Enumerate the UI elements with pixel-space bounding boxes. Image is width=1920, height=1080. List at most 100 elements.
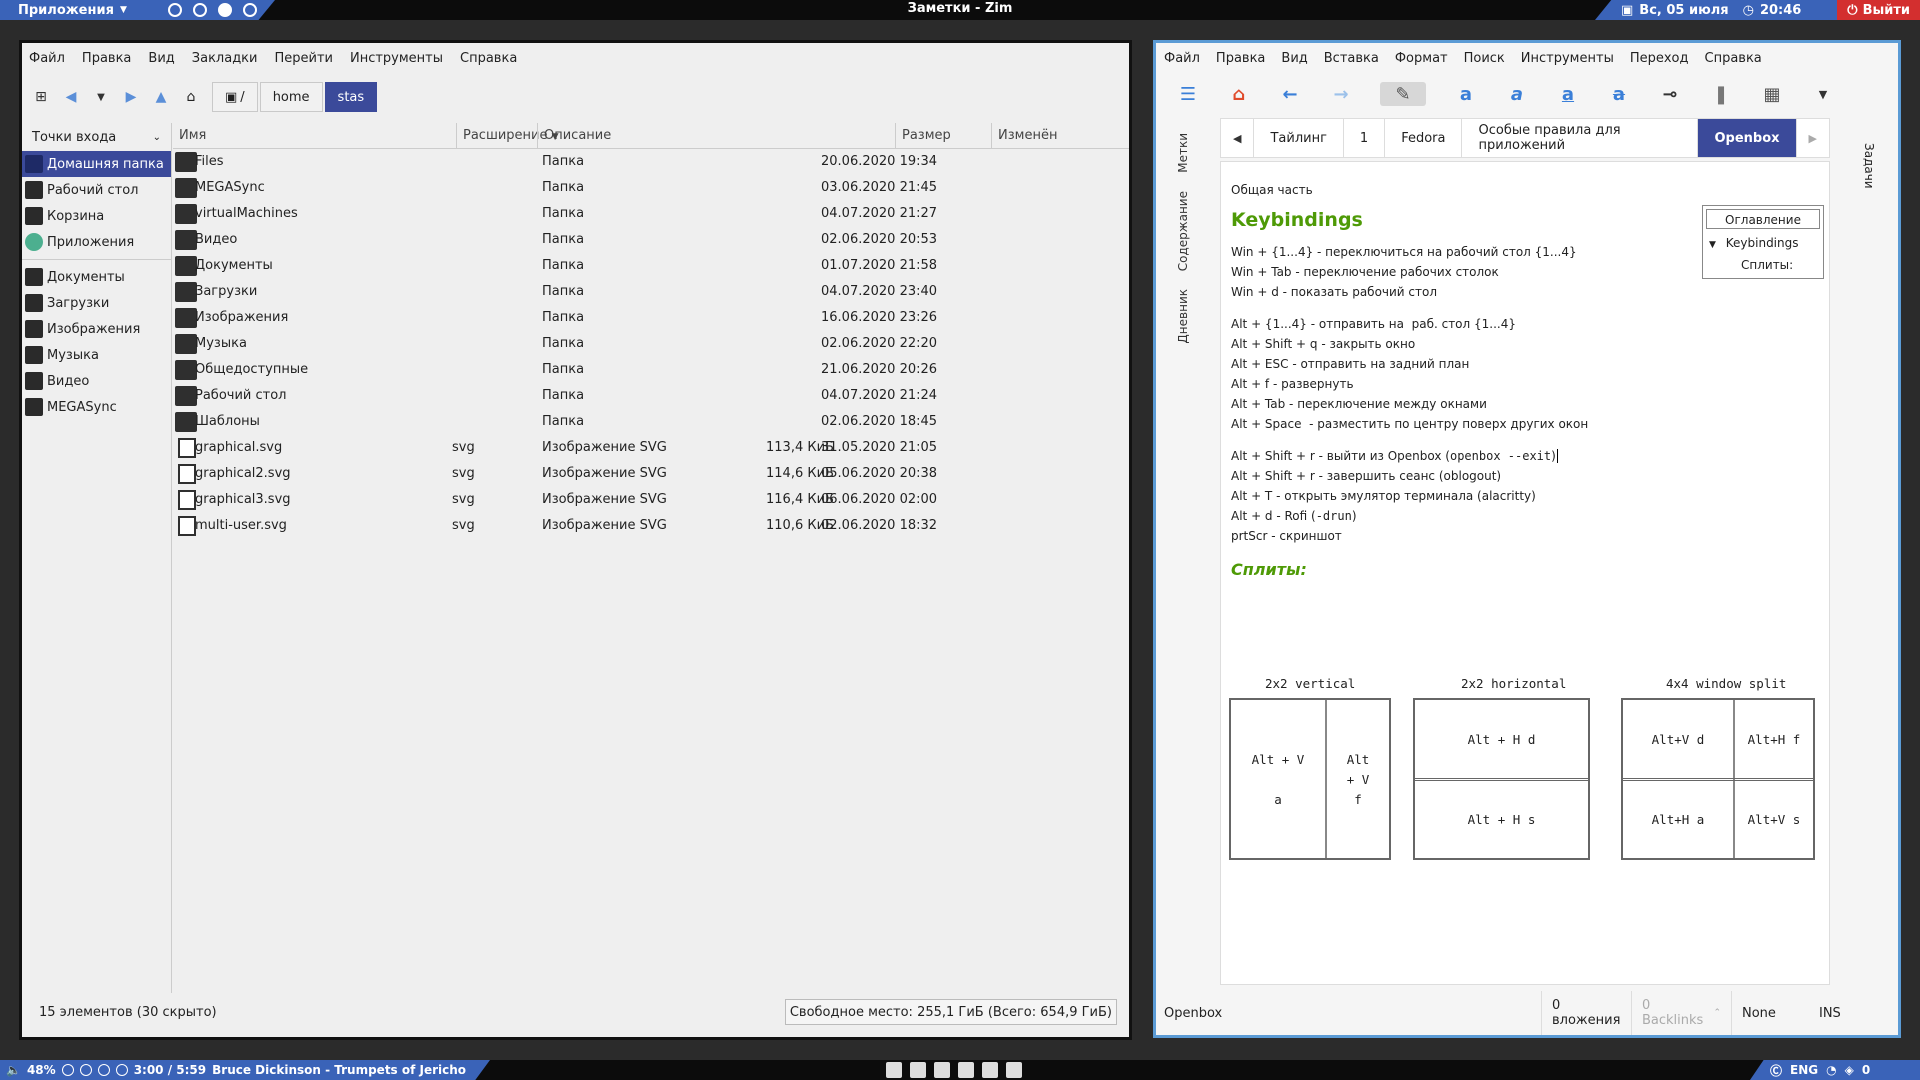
table-row[interactable]: Рабочий стол Папка 04.07.2020 21:24 [173,383,1129,409]
time-label[interactable]: 20:46 [1760,3,1801,18]
table-row[interactable]: Изображения Папка 16.06.2020 23:26 [173,305,1129,331]
bookmark-downloads[interactable]: Загрузки [22,290,171,316]
expander-icon[interactable]: ▼ [1709,240,1716,250]
zim-menu-go[interactable]: Переход [1630,51,1689,66]
place-trash[interactable]: Корзина [22,203,171,229]
copyright-icon[interactable]: Ⓒ [1770,1062,1782,1079]
bookmark-video[interactable]: Видео [22,368,171,394]
zim-menu-tools[interactable]: Инструменты [1521,51,1614,66]
notification-count[interactable]: 0 [1862,1063,1870,1077]
table-row[interactable]: Музыка Папка 02.06.2020 22:20 [173,331,1129,357]
crumb-root[interactable]: ▣ / [212,82,258,112]
place-applications[interactable]: Приложения [22,229,171,255]
browser-icon[interactable] [934,1062,950,1078]
table-row[interactable]: Общедоступные Папка 21.06.2020 20:26 [173,357,1129,383]
zim-menu-format[interactable]: Формат [1395,51,1448,66]
underline-icon[interactable]: a [1556,82,1580,106]
bold-icon[interactable]: a [1454,82,1478,106]
table-row[interactable]: graphical3.svg svg Изображение SVG 116,4 Ки… [173,487,1129,513]
calculator-icon[interactable] [1006,1062,1022,1078]
insert-table-icon[interactable]: ▦ [1760,82,1784,106]
strikethrough-icon[interactable]: a [1607,82,1631,106]
table-row[interactable]: virtualMachines Папка 04.07.2020 21:27 [173,201,1129,227]
history-chevron-icon[interactable]: ▼ [92,88,110,106]
bookmark-music[interactable]: Музыка [22,342,171,368]
new-tab-icon[interactable]: ⊞ [32,88,50,106]
place-home[interactable]: Домашняя папка [22,151,171,177]
backlinks-button[interactable]: 0 Backlinks ⌃ [1631,991,1731,1035]
toc-item-splits[interactable]: Сплиты: [1703,254,1823,276]
table-row[interactable]: Files Папка 20.06.2020 19:34 [173,149,1129,175]
fm-menu-file[interactable]: Файл [29,51,65,66]
zim-menu-search[interactable]: Поиск [1464,51,1505,66]
fm-menu-tools[interactable]: Инструменты [350,51,443,66]
link-icon[interactable]: ⊸ [1658,82,1682,106]
table-row[interactable]: graphical.svg svg Изображение SVG 113,4 КиБ… [173,435,1129,461]
page-editor[interactable]: Общая часть Keybindings Win + {1...4} - … [1220,161,1830,985]
tab-journal[interactable]: Дневник [1176,289,1190,344]
home-icon[interactable]: ⌂ [1227,82,1251,106]
crumb-stas[interactable]: stas [324,82,378,112]
next-track-icon[interactable] [115,1064,128,1076]
attachment-icon[interactable]: ❚ [1709,82,1733,106]
prev-track-icon[interactable] [61,1064,74,1076]
italic-icon[interactable]: a [1505,82,1529,106]
tab-openbox[interactable]: Openbox [1698,119,1797,157]
style-selector[interactable]: None [1731,991,1819,1035]
lang-indicator[interactable]: ENG [1790,1063,1818,1077]
up-icon[interactable]: ▲ [152,88,170,106]
zim-menu-view[interactable]: Вид [1281,51,1307,66]
tabs-scroll-right-icon[interactable]: ▶ [1797,119,1829,157]
volume-icon[interactable]: 🔈 [6,1063,21,1077]
fm-menu-go[interactable]: Перейти [274,51,333,66]
tab-tiling[interactable]: Тайлинг [1254,119,1344,157]
date-label[interactable]: Вс, 05 июля [1639,3,1728,18]
place-desktop[interactable]: Рабочий стол [22,177,171,203]
mail-icon[interactable] [958,1062,974,1078]
tools-icon[interactable] [982,1062,998,1078]
zim-menu-edit[interactable]: Правка [1216,51,1265,66]
edit-mode-icon[interactable]: ✎ [1380,82,1426,106]
bookmark-documents[interactable]: Документы [22,264,171,290]
dropbox-icon[interactable]: ◈ [1845,1063,1854,1077]
tab-tasks[interactable]: Задачи [1862,143,1876,189]
pause-icon[interactable] [79,1064,92,1076]
forward-icon[interactable]: → [1329,82,1353,106]
home-icon[interactable]: ⌂ [182,88,200,106]
volume-level[interactable]: 48% [27,1063,56,1077]
attachments-button[interactable]: 0 вложения [1541,991,1631,1035]
zim-menu-insert[interactable]: Вставка [1324,51,1379,66]
table-row[interactable]: Загрузки Папка 04.07.2020 23:40 [173,279,1129,305]
bookmark-megasync[interactable]: MEGASync [22,394,171,420]
col-size[interactable]: Размер [895,122,951,149]
zim-menu-file[interactable]: Файл [1164,51,1200,66]
back-icon[interactable]: ← [1278,82,1302,106]
files-icon[interactable] [910,1062,926,1078]
fm-menu-edit[interactable]: Правка [82,51,131,66]
table-row[interactable]: MEGASync Папка 03.06.2020 21:45 [173,175,1129,201]
places-header[interactable]: Точки входа ⌄ [22,123,171,151]
bookmark-images[interactable]: Изображения [22,316,171,342]
col-name[interactable]: Имя [179,128,206,143]
table-row[interactable]: Шаблоны Папка 02.06.2020 18:45 [173,409,1129,435]
tab-app-rules[interactable]: Особые правила для приложений [1462,119,1699,157]
crumb-home[interactable]: home [259,82,323,112]
table-row[interactable]: Видео Папка 02.06.2020 20:53 [173,227,1129,253]
tab-contents[interactable]: Содержание [1176,191,1190,271]
tab-tags[interactable]: Метки [1176,133,1190,173]
index-list-icon[interactable]: ☰ [1176,82,1200,106]
forward-icon[interactable]: ▶ [122,88,140,106]
toc-item-keybindings[interactable]: ▼ Keybindings [1703,232,1823,254]
table-row[interactable]: graphical2.svg svg Изображение SVG 114,6 Ки… [173,461,1129,487]
tabs-scroll-left-icon[interactable]: ◀ [1221,119,1255,157]
tab-1[interactable]: 1 [1344,119,1386,157]
col-modified[interactable]: Изменён [991,122,1057,149]
back-icon[interactable]: ◀ [62,88,80,106]
fm-menu-bookmarks[interactable]: Закладки [192,51,258,66]
wifi-icon[interactable]: ◔ [1826,1063,1836,1077]
stop-icon[interactable] [97,1064,110,1076]
col-description[interactable]: Описание [537,122,611,149]
terminal-icon[interactable] [886,1062,902,1078]
logout-button[interactable]: ⏻ Выйти [1837,0,1920,20]
fm-menu-view[interactable]: Вид [148,51,174,66]
